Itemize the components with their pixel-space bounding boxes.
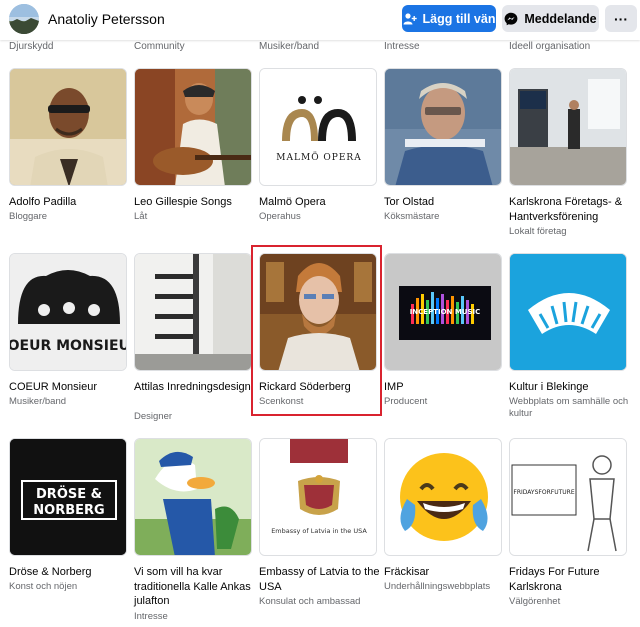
partial-row: Djurskydd Community Musiker/band Intress… xyxy=(0,40,640,56)
card-category: Välgörenhet xyxy=(509,596,561,607)
page-card[interactable]: Vi som vill ha kvar traditionella Kalle … xyxy=(134,438,256,623)
card-title[interactable]: IMP xyxy=(384,380,506,395)
page-card[interactable]: MALMÖ OPERA Malmö Opera Operahus xyxy=(259,68,381,238)
card-category: Köksmästare xyxy=(384,211,440,222)
add-friend-icon xyxy=(403,12,417,24)
card-photo[interactable] xyxy=(384,438,502,556)
card-title[interactable]: Karlskrona Företags- & Hantverksförening xyxy=(509,195,631,224)
card-photo[interactable] xyxy=(384,68,502,186)
card-title[interactable]: Rickard Söderberg xyxy=(259,380,381,395)
card-photo[interactable] xyxy=(259,253,377,371)
page-card[interactable]: Leo Gillespie Songs Låt xyxy=(134,68,256,238)
card-title[interactable]: Dröse & Norberg xyxy=(9,565,131,580)
card-category: Producent xyxy=(384,396,428,407)
page-card[interactable]: DRÖSE & NORBERG Dröse & Norberg Konst och… xyxy=(9,438,131,623)
more-icon: ··· xyxy=(614,10,628,27)
coeur-monsieur-logo: COEUR MONSIEUR xyxy=(10,254,127,370)
card-title[interactable]: Attilas Inredningsdesign xyxy=(134,380,256,395)
drose-norberg-logo: DRÖSE &NORBERG xyxy=(10,439,126,555)
message-label: Meddelande xyxy=(524,11,597,26)
partial-category: Ideell organisation xyxy=(509,41,591,52)
card-category: Underhållningswebbplats xyxy=(384,581,491,592)
laughing-emoji-icon xyxy=(385,439,501,555)
partial-category: Djurskydd xyxy=(9,41,54,52)
card-category: Scenkonst xyxy=(259,396,304,407)
page-card[interactable]: INCEPTION MUSIC IMP Producent xyxy=(384,253,506,423)
fridays-for-future-logo-text: FRIDAYSFORFUTURE xyxy=(513,489,574,496)
kultur-i-blekinge-logo xyxy=(510,254,626,370)
fridays-for-future-logo: FRIDAYSFORFUTURE xyxy=(510,439,626,555)
card-title[interactable]: Leo Gillespie Songs xyxy=(134,195,256,210)
page-card[interactable]: FRIDAYSFORFUTURE Fridays For Future Karl… xyxy=(509,438,631,623)
card-title[interactable]: Tor Olstad xyxy=(384,195,506,210)
card-title[interactable]: COEUR Monsieur xyxy=(9,380,131,395)
profile-avatar[interactable] xyxy=(9,4,39,34)
card-title[interactable]: Fridays For Future Karlskrona xyxy=(509,565,631,594)
page-card[interactable]: Rickard Söderberg Scenkonst xyxy=(259,253,381,423)
card-photo[interactable]: COEUR MONSIEUR xyxy=(9,253,127,371)
card-title[interactable]: Adolfo Padilla xyxy=(9,195,131,210)
card-photo[interactable]: INCEPTION MUSIC xyxy=(384,253,502,371)
page-card[interactable]: Adolfo Padilla Bloggare xyxy=(9,68,131,238)
page-card[interactable]: Embassy of Latvia in the USA Embassy of … xyxy=(259,438,381,623)
add-friend-label: Lägg till vän xyxy=(422,11,496,26)
card-category: Konst och nöjen xyxy=(9,581,78,592)
card-category: Konsulat och ambassad xyxy=(259,596,361,607)
latvia-embassy-logo: Embassy of Latvia in the USA xyxy=(260,439,376,555)
drose-norberg-logo-line1: DRÖSE & xyxy=(36,486,102,502)
page-card[interactable]: Fräckisar Underhållningswebbplats xyxy=(384,438,506,623)
card-category: Lokalt företag xyxy=(509,226,567,237)
inception-music-logo: INCEPTION MUSIC xyxy=(385,254,501,370)
card-photo[interactable]: FRIDAYSFORFUTURE xyxy=(509,438,627,556)
profile-name[interactable]: Anatoliy Petersson xyxy=(48,11,165,27)
card-category: Låt xyxy=(134,211,148,222)
card-category: Musiker/band xyxy=(9,396,67,407)
card-category: Bloggare xyxy=(9,211,48,222)
card-photo[interactable]: MALMÖ OPERA xyxy=(259,68,377,186)
card-category: Intresse xyxy=(134,611,168,622)
page-card[interactable]: Tor Olstad Köksmästare xyxy=(384,68,506,238)
messenger-icon xyxy=(504,12,518,25)
malmo-opera-logo-text: MALMÖ OPERA xyxy=(276,151,361,163)
page-card[interactable]: COEUR MONSIEUR COEUR Monsieur Musiker/ba… xyxy=(9,253,131,423)
latvia-embassy-logo-text: Embassy of Latvia in the USA xyxy=(271,527,367,535)
card-category: Webbplats om samhälle och kultur xyxy=(509,396,629,419)
card-photo[interactable] xyxy=(134,68,252,186)
card-title[interactable]: Vi som vill ha kvar traditionella Kalle … xyxy=(134,565,256,609)
malmo-opera-logo: MALMÖ OPERA xyxy=(260,69,376,185)
card-category: Operahus xyxy=(259,211,301,222)
message-button[interactable]: Meddelande xyxy=(502,5,599,32)
card-photo[interactable]: DRÖSE & NORBERG xyxy=(9,438,127,556)
card-photo[interactable] xyxy=(134,438,252,556)
card-photo[interactable] xyxy=(9,68,127,186)
card-title[interactable]: Embassy of Latvia to the USA xyxy=(259,565,381,594)
card-photo[interactable]: Embassy of Latvia in the USA xyxy=(259,438,377,556)
card-photo[interactable] xyxy=(134,253,252,371)
more-options-button[interactable]: ··· xyxy=(605,5,637,32)
partial-category: Musiker/band xyxy=(259,41,320,52)
page-card[interactable]: Kultur i Blekinge Webbplats om samhälle … xyxy=(509,253,631,423)
card-category: Designer xyxy=(134,411,173,422)
coeur-monsieur-logo-text: COEUR MONSIEUR xyxy=(10,338,127,354)
inception-music-logo-text: INCEPTION MUSIC xyxy=(410,308,481,316)
card-title[interactable]: Fräckisar xyxy=(384,565,506,580)
partial-category: Intresse xyxy=(384,41,420,52)
card-photo[interactable] xyxy=(509,68,627,186)
page-card[interactable]: Karlskrona Företags- & Hantverksförening… xyxy=(509,68,631,238)
card-photo[interactable] xyxy=(509,253,627,371)
card-title[interactable]: Malmö Opera xyxy=(259,195,381,210)
card-title[interactable]: Kultur i Blekinge xyxy=(509,380,631,395)
page-card[interactable]: Attilas Inredningsdesign Designer xyxy=(134,253,256,423)
partial-category: Community xyxy=(134,41,185,52)
drose-norberg-logo-line2: NORBERG xyxy=(33,503,104,518)
page-header: Anatoliy Petersson Lägg till vän Meddela… xyxy=(0,0,640,40)
add-friend-button[interactable]: Lägg till vän xyxy=(402,5,496,32)
